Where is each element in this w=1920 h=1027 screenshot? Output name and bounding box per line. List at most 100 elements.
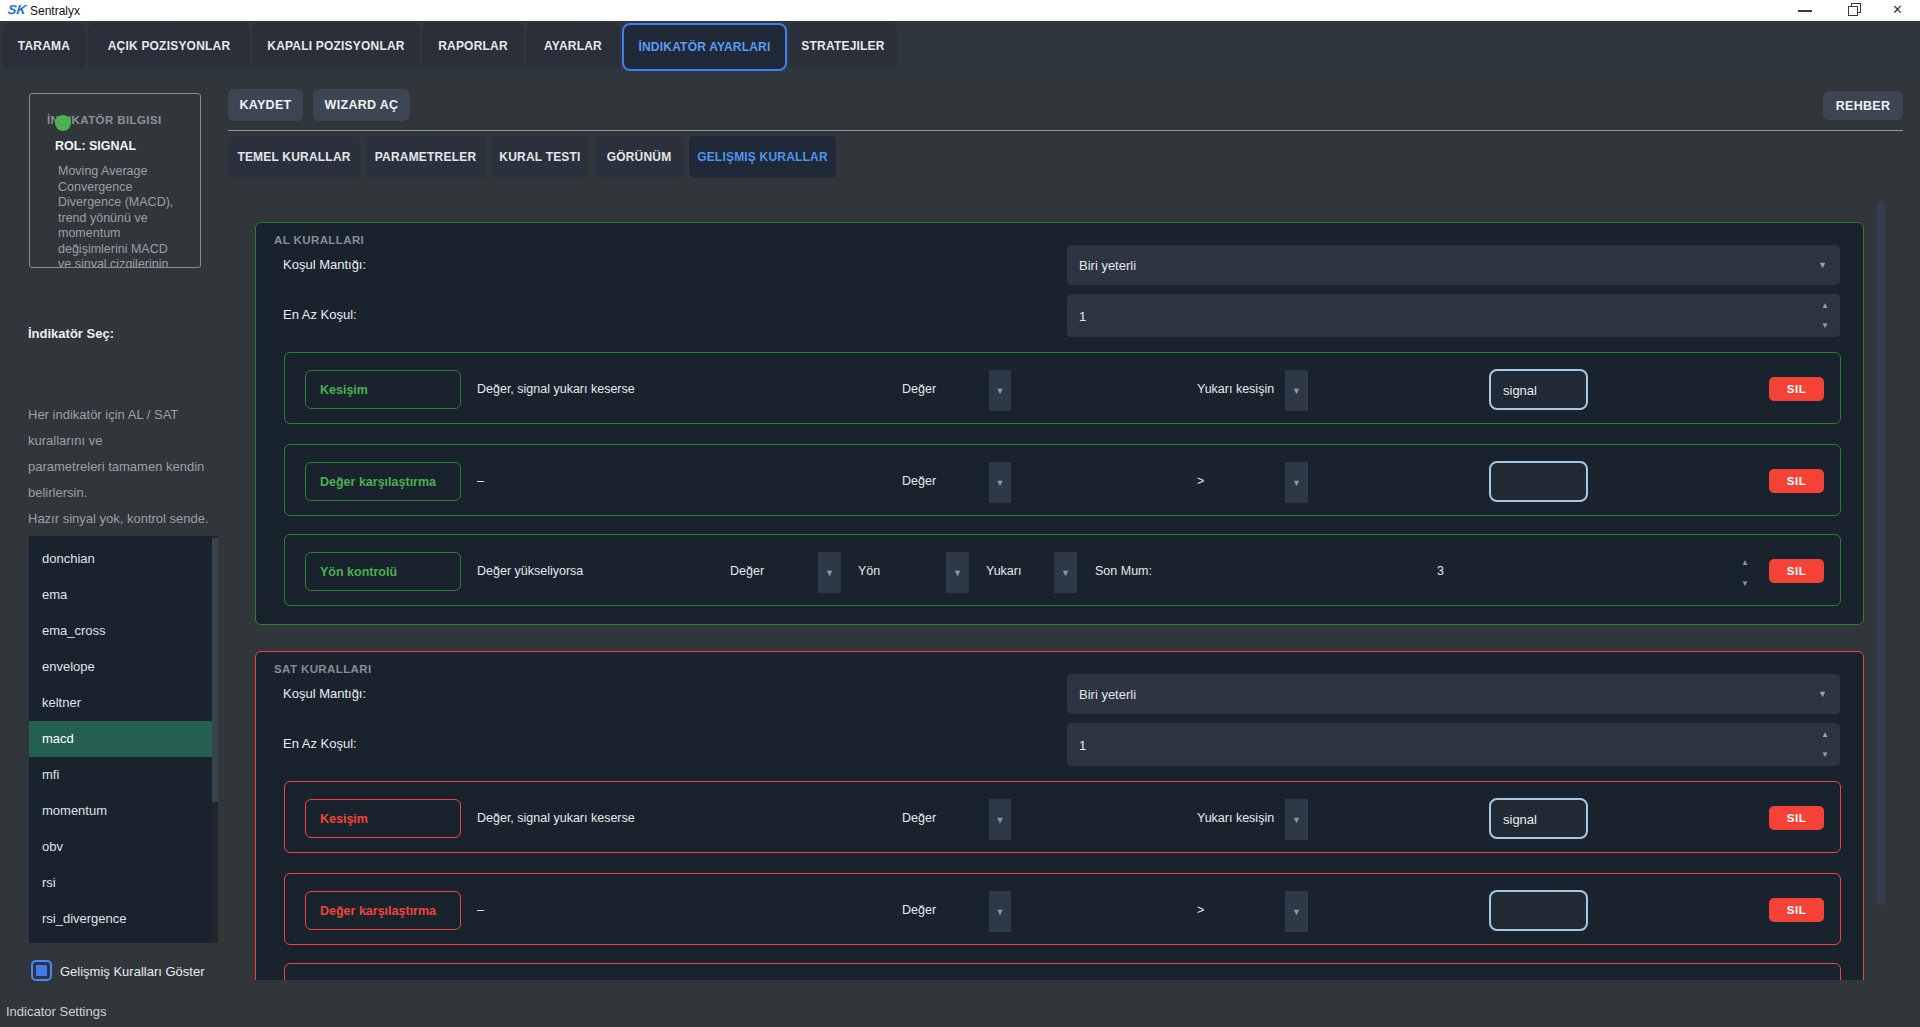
min-count-value: 1 (1079, 308, 1086, 323)
close-button[interactable]: ✕ (1885, 0, 1915, 21)
tab-ayarlar[interactable]: AYARLAR (526, 23, 620, 68)
subtab-görünüm[interactable]: GÖRÜNÜM (595, 136, 684, 178)
min-count-input[interactable]: 1▲▼ (1067, 294, 1840, 337)
rule-description: Değer yükseliyorsa (477, 564, 583, 578)
indicator-item-rsi_divergence[interactable]: rsi_divergence (29, 901, 218, 937)
rule-field3-value: Yukarı (986, 564, 1021, 578)
rule-field2-dropdown[interactable]: ▼ (1285, 799, 1308, 840)
indicator-help-text: Her indikatör için AL / SAT kurallarını … (28, 402, 213, 532)
rule-field1-dropdown[interactable]: ▼ (989, 462, 1011, 503)
delete-rule-button[interactable]: SIL (1769, 898, 1824, 922)
rule-field1-value: Değer (902, 474, 936, 488)
indicator-item-rsi[interactable]: rsi (29, 865, 218, 901)
tab-tarama[interactable]: TARAMA (2, 23, 86, 68)
dropdown-arrow-icon: ▼ (1292, 907, 1301, 917)
save-button[interactable]: KAYDET (228, 89, 303, 121)
tab-i̇ndikatör-ayarlari[interactable]: İNDIKATÖR AYARLARI (622, 23, 787, 71)
rule-field1-dropdown[interactable]: ▼ (818, 552, 841, 593)
rule-value-text: signal (1503, 382, 1537, 397)
rule-type-chip[interactable]: Değer karşılaştırma (305, 891, 461, 930)
tab-açik-pozisyonlar[interactable]: AÇIK POZISYONLAR (88, 23, 250, 68)
dropdown-arrow-icon: ▼ (1292, 386, 1301, 396)
last-candle-spinner[interactable]: ▲▼ (1741, 964, 1755, 980)
rule-field1-dropdown[interactable]: ▼ (989, 799, 1011, 840)
rule-value-input[interactable]: signal (1489, 369, 1588, 410)
logic-select-value: Biri yeterli (1079, 687, 1136, 702)
subtab-parametreler[interactable]: PARAMETRELER (366, 136, 486, 178)
rule-field1-dropdown[interactable]: ▼ (989, 370, 1011, 411)
logic-label: Koşul Mantığı: (283, 257, 366, 272)
indicator-item-donchian[interactable]: donchian (29, 541, 218, 577)
indicator-item-momentum[interactable]: momentum (29, 793, 218, 829)
maximize-button[interactable] (1838, 0, 1868, 21)
spin-up-icon: ▲ (1741, 558, 1749, 567)
rule-description: Değer, signal yukarı keserse (477, 811, 635, 825)
rule-field3-dropdown[interactable]: ▼ (1054, 552, 1077, 593)
indicator-item-macd[interactable]: macd (29, 721, 218, 757)
delete-rule-button[interactable]: SIL (1769, 377, 1824, 401)
wizard-button[interactable]: WIZARD AÇ (313, 89, 410, 121)
indicator-item-obv[interactable]: obv (29, 829, 218, 865)
subtab-temel-kurallar[interactable]: TEMEL KURALLAR (228, 136, 360, 178)
rule-type-chip[interactable]: Kesişim (305, 799, 461, 838)
app-logo-icon: SK (7, 2, 27, 17)
min-count-value: 1 (1079, 737, 1086, 752)
indicator-item-keltner[interactable]: keltner (29, 685, 218, 721)
rule-value-input[interactable] (1489, 890, 1588, 931)
rule-description: – (477, 474, 484, 488)
rule-value-text: signal (1503, 811, 1537, 826)
rule-field2-dropdown[interactable]: ▼ (946, 552, 969, 593)
rule-type-chip[interactable]: Kesişim (305, 370, 461, 409)
delete-rule-button[interactable]: SIL (1769, 469, 1824, 493)
logic-select[interactable]: Biri yeterli▼ (1067, 245, 1840, 285)
dropdown-arrow-icon: ▼ (996, 386, 1005, 396)
tab-kapali-pozisyonlar[interactable]: KAPALI POZISYONLAR (252, 23, 420, 68)
advanced-rules-checkbox[interactable] (31, 960, 52, 981)
dropdown-arrow-icon: ▼ (953, 568, 962, 578)
dropdown-arrow-icon: ▼ (1818, 689, 1827, 699)
min-count-input[interactable]: 1▲▼ (1067, 723, 1840, 766)
last-candle-spinner[interactable]: ▲▼ (1741, 535, 1755, 607)
tab-stratejiler[interactable]: STRATEJILER (789, 23, 897, 68)
rules-scroll-area: AL KURALLARIKoşul Mantığı:Biri yeterli▼E… (228, 74, 1920, 980)
rule-value-input[interactable] (1489, 461, 1588, 502)
indicator-item-ema[interactable]: ema (29, 577, 218, 613)
rule-field1-value: Değer (902, 382, 936, 396)
indicator-item-envelope[interactable]: envelope (29, 649, 218, 685)
indicator-description: Moving Average Convergence Divergence (M… (58, 164, 198, 268)
indicator-list-scrollbar-thumb[interactable] (212, 538, 218, 802)
rule-field2-dropdown[interactable]: ▼ (1285, 462, 1308, 503)
last-candle-value: 3 (1437, 564, 1444, 578)
rule-field2-dropdown[interactable]: ▼ (1285, 891, 1308, 932)
indicator-list: donchianemaema_crossenvelopekeltnermacdm… (29, 536, 218, 943)
subtab-kural-testi[interactable]: KURAL TESTI (491, 136, 589, 178)
dropdown-arrow-icon: ▼ (825, 568, 834, 578)
toolbar-separator (228, 130, 1903, 131)
indicator-item-mfi[interactable]: mfi (29, 757, 218, 793)
guide-button[interactable]: REHBER (1823, 91, 1903, 120)
spin-down-icon: ▼ (1741, 579, 1749, 588)
rule-field1-value: Değer (902, 903, 936, 917)
indicator-item-ema_cross[interactable]: ema_cross (29, 613, 218, 649)
spin-up-icon: ▲ (1821, 730, 1829, 739)
indicator-list-scrollbar[interactable] (212, 536, 218, 943)
rule-field1-dropdown[interactable]: ▼ (989, 891, 1011, 932)
delete-rule-button[interactable]: SIL (1769, 806, 1824, 830)
indicator-role: ROL: SIGNAL (55, 139, 136, 153)
rule-field1-value: Değer (730, 564, 764, 578)
rule-type-chip[interactable]: Değer karşılaştırma (305, 462, 461, 501)
tab-raporlar[interactable]: RAPORLAR (422, 23, 524, 68)
delete-rule-button[interactable]: SIL (1769, 559, 1824, 583)
subtab-gelişmiş-kurallar[interactable]: GELIŞMIŞ KURALLAR (689, 136, 836, 178)
rule-field2-dropdown[interactable]: ▼ (1285, 370, 1308, 411)
rule-value-input[interactable]: signal (1489, 798, 1588, 839)
close-icon: ✕ (1892, 2, 1903, 17)
dropdown-arrow-icon: ▼ (1818, 260, 1827, 270)
main-scrollbar-thumb[interactable] (1877, 201, 1885, 905)
rule-description: – (477, 903, 484, 917)
rule-row-sat-1: KesişimDeğer, signal yukarı keserseDeğer… (284, 781, 1841, 853)
rule-type-chip[interactable]: Yön kontrolü (305, 552, 461, 591)
logic-select[interactable]: Biri yeterli ▼ (1067, 674, 1840, 714)
rule-field2-value: Yön (858, 564, 880, 578)
minimize-button[interactable] (1790, 0, 1820, 21)
